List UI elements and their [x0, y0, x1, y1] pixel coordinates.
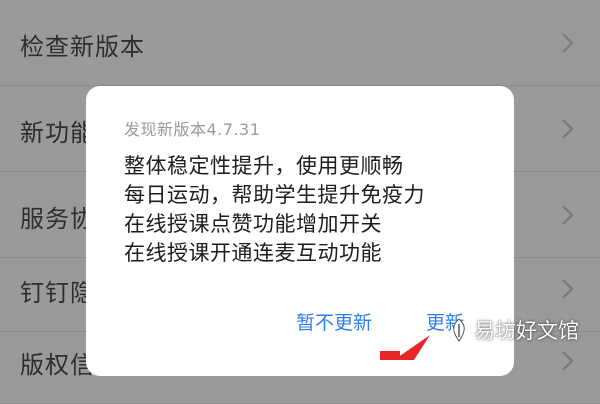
chevron-right-icon	[556, 348, 578, 374]
watermark-text: 易坊好文馆	[474, 319, 579, 343]
release-note: 在线授课开通连麦互动功能	[124, 241, 382, 265]
red-arrow-icon	[380, 325, 440, 360]
release-note: 整体稳定性提升，使用更顺畅	[124, 154, 404, 178]
release-note: 每日运动，帮助学生提升免疫力	[124, 183, 425, 207]
settings-item-label: 新功能	[20, 119, 95, 147]
chevron-right-icon	[556, 116, 578, 142]
settings-item-label: 版权信	[20, 351, 95, 379]
watermark: 易坊好文馆	[448, 312, 579, 348]
chevron-right-icon	[556, 30, 578, 56]
chevron-right-icon	[556, 276, 578, 302]
settings-item-check-update[interactable]: 检查新版本	[0, 0, 600, 86]
settings-item-label: 钉钉隐	[20, 279, 95, 307]
dialog-title: 发现新版本4.7.31	[124, 120, 261, 139]
settings-item-label: 服务协	[20, 205, 95, 233]
chevron-right-icon	[556, 202, 578, 228]
watermark-logo-icon	[448, 317, 470, 343]
release-note: 在线授课点赞功能增加开关	[124, 212, 382, 236]
settings-item-label: 检查新版本	[20, 33, 145, 61]
later-button[interactable]: 暂不更新	[296, 308, 372, 335]
release-notes: 整体稳定性提升，使用更顺畅 每日运动，帮助学生提升免疫力 在线授课点赞功能增加开…	[124, 152, 425, 268]
